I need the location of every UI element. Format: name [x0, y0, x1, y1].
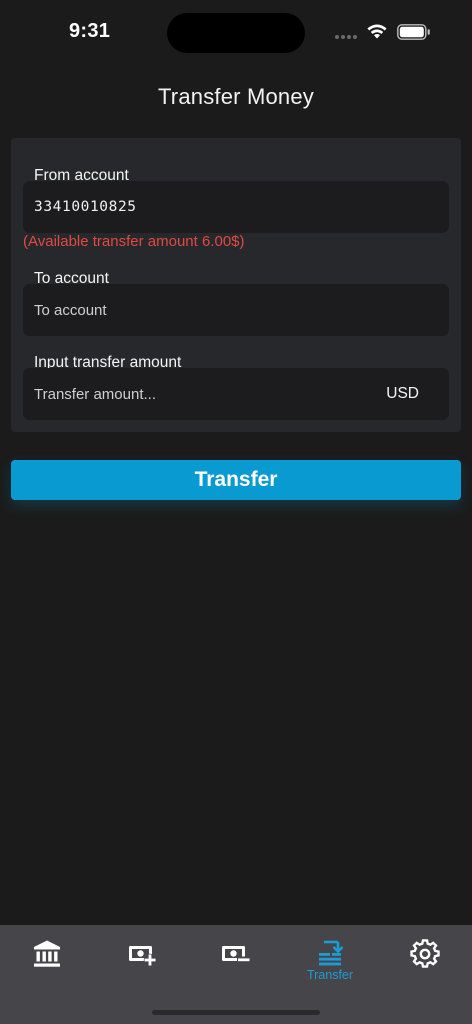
transfer-button[interactable]: Transfer [11, 460, 461, 500]
tab-deposit[interactable] [113, 939, 173, 989]
currency-label: USD [386, 385, 419, 402]
transfer-money-screen: 9:31 Transfer Money From account 3341001… [0, 0, 472, 1024]
home-indicator [152, 1010, 320, 1015]
from-account-value: 33410010825 [34, 199, 137, 215]
tab-transfer[interactable]: Transfer [300, 939, 360, 989]
transfer-amount-placeholder: Transfer amount... [34, 385, 156, 403]
bank-icon [34, 940, 60, 967]
tab-settings[interactable] [395, 939, 455, 989]
wifi-icon [367, 24, 387, 39]
money-remove-icon [222, 946, 250, 963]
status-time: 9:31 [69, 20, 111, 42]
to-account-placeholder: To account [34, 301, 107, 319]
tab-withdraw[interactable] [206, 939, 266, 989]
dynamic-island [167, 13, 305, 53]
gear-icon [410, 939, 440, 968]
from-account-field[interactable]: 33410010825 [23, 181, 449, 233]
tab-accounts[interactable] [17, 939, 77, 989]
transfer-amount-input[interactable]: Transfer amount... USD [23, 368, 449, 420]
to-account-input[interactable]: To account [23, 284, 449, 336]
page-title: Transfer Money [157, 84, 315, 109]
transfer-icon [319, 940, 344, 966]
money-add-icon [129, 946, 157, 967]
cellular-signal-icon [335, 35, 357, 39]
available-amount-note: (Available transfer amount 6.00$) [23, 233, 245, 250]
battery-icon [397, 24, 430, 40]
tab-transfer-label: Transfer [306, 968, 354, 982]
